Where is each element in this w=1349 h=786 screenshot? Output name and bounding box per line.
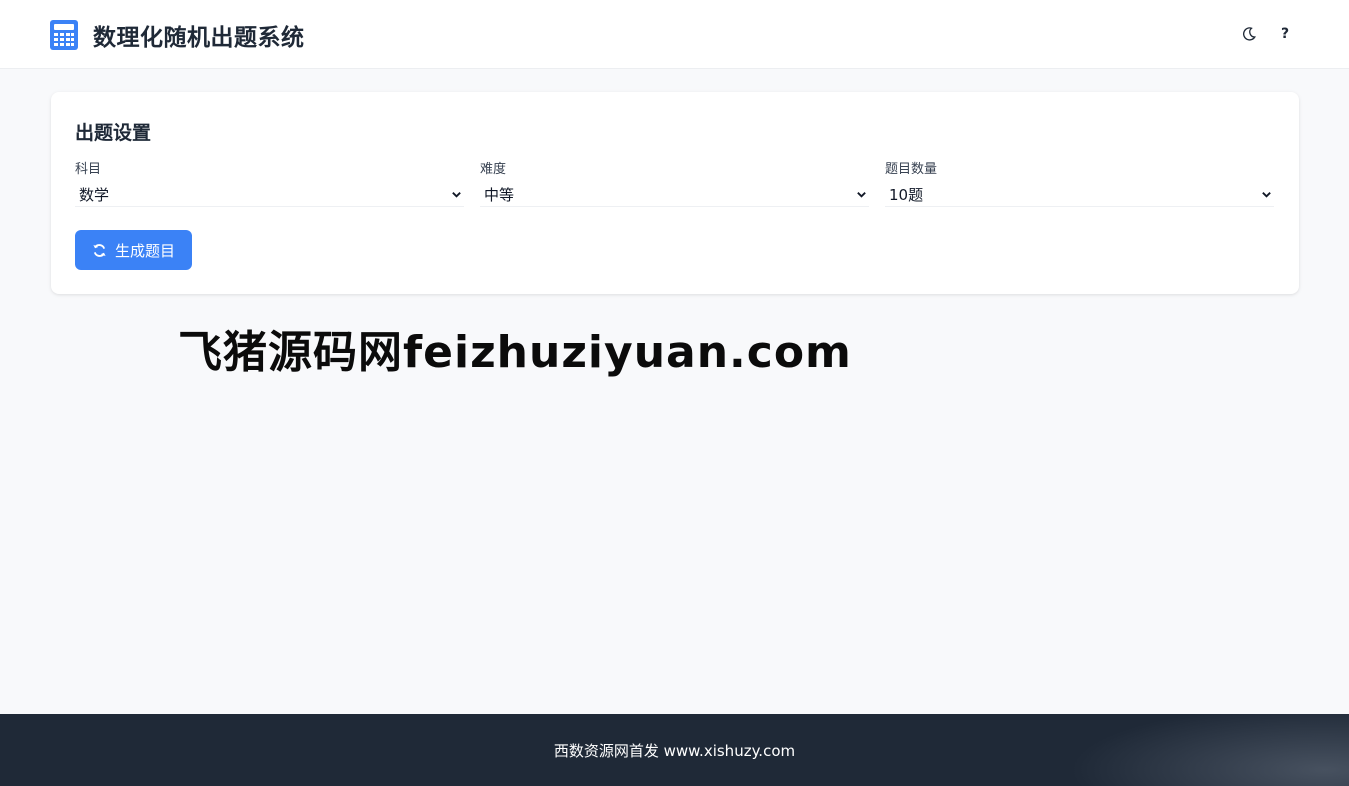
count-value: 10题	[889, 186, 924, 204]
help-button[interactable]: ?	[1273, 22, 1297, 46]
top-actions: ?	[1237, 22, 1297, 46]
settings-title: 出题设置	[75, 122, 152, 144]
chevron-down-icon	[1262, 192, 1271, 198]
generate-button[interactable]: 生成题目	[75, 230, 192, 270]
chevron-down-icon	[452, 192, 461, 198]
refresh-icon	[93, 243, 106, 257]
difficulty-value: 中等	[484, 186, 515, 204]
difficulty-field: 难度 中等	[480, 161, 869, 207]
footer: 西数资源网首发 www.xishuzy.com	[0, 714, 1349, 786]
count-select[interactable]: 10题	[885, 183, 1274, 207]
difficulty-select[interactable]: 中等	[480, 183, 869, 207]
chevron-down-icon	[857, 192, 866, 198]
generate-label: 生成题目	[114, 241, 175, 260]
subject-value: 数学	[79, 186, 110, 204]
watermark-text: 飞猪源码网feizhuziyuan.com	[178, 327, 852, 378]
theme-toggle-button[interactable]	[1237, 22, 1261, 46]
subject-label: 科目	[75, 162, 102, 177]
moon-icon	[1243, 27, 1256, 41]
footer-text: 西数资源网首发 www.xishuzy.com	[553, 741, 796, 760]
subject-select[interactable]: 数学	[75, 183, 464, 207]
app-title: 数理化随机出题系统	[93, 25, 305, 51]
top-bar: 数理化随机出题系统 ?	[0, 0, 1349, 69]
calculator-icon	[50, 20, 78, 50]
brand: 数理化随机出题系统	[50, 18, 305, 52]
count-label: 题目数量	[885, 162, 938, 177]
difficulty-label: 难度	[480, 162, 507, 177]
subject-field: 科目 数学	[75, 161, 464, 207]
question-icon: ?	[1280, 26, 1290, 42]
count-field: 题目数量 10题	[885, 161, 1274, 207]
settings-card: 出题设置 科目 数学 难度 中等 题目数量 10题 生成题目	[51, 92, 1299, 294]
